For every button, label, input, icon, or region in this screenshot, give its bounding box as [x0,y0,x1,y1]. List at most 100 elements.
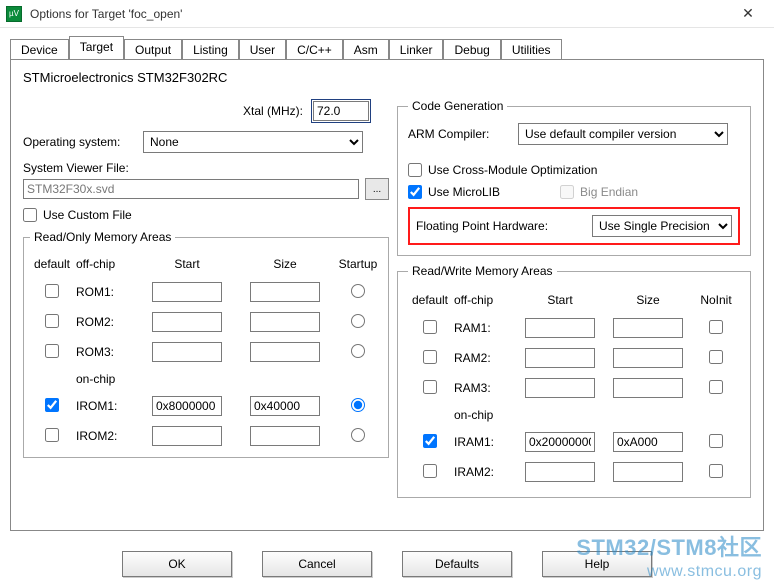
irom2-default-checkbox[interactable] [45,428,59,442]
rom3-start-input[interactable] [152,342,222,362]
table-row: ROM3: [30,337,382,367]
irom1-start-input[interactable] [152,396,222,416]
ram2-default-checkbox[interactable] [423,350,437,364]
big-endian-label: Big Endian [560,185,638,199]
rom1-startup-radio[interactable] [351,284,365,298]
iram1-size-input[interactable] [613,432,683,452]
table-row: IROM1: [30,391,382,421]
use-microlib-checkbox[interactable] [408,185,422,199]
codegen-legend: Code Generation [408,99,507,113]
ram2-start-input[interactable] [525,348,595,368]
iram1-noinit-checkbox[interactable] [709,434,723,448]
iram1-label: IRAM1: [452,427,516,457]
use-custom-file-text: Use Custom File [43,208,132,222]
cross-module-checkbox[interactable] [408,163,422,177]
rw-hdr-start: Start [516,288,604,313]
ro-hdr-default: default [30,252,74,277]
xtal-input[interactable] [313,101,369,121]
irom2-start-input[interactable] [152,426,222,446]
rom2-default-checkbox[interactable] [45,314,59,328]
ram3-noinit-checkbox[interactable] [709,380,723,394]
rom1-size-input[interactable] [250,282,320,302]
ram2-noinit-checkbox[interactable] [709,350,723,364]
ram3-size-input[interactable] [613,378,683,398]
ram2-size-input[interactable] [613,348,683,368]
use-custom-file-label[interactable]: Use Custom File [23,208,132,222]
tab-device[interactable]: Device [10,39,69,60]
rom3-startup-radio[interactable] [351,344,365,358]
irom2-startup-radio[interactable] [351,428,365,442]
xtal-label: Xtal (MHz): [243,104,303,118]
irom1-default-checkbox[interactable] [45,398,59,412]
use-custom-file-checkbox[interactable] [23,208,37,222]
iram1-start-input[interactable] [525,432,595,452]
rom3-default-checkbox[interactable] [45,344,59,358]
ram3-start-input[interactable] [525,378,595,398]
ram1-default-checkbox[interactable] [423,320,437,334]
big-endian-text: Big Endian [580,185,638,199]
irom2-size-input[interactable] [250,426,320,446]
cross-module-label[interactable]: Use Cross-Module Optimization [408,163,597,177]
rom3-size-input[interactable] [250,342,320,362]
use-microlib-label[interactable]: Use MicroLIB [408,185,500,199]
irom1-size-input[interactable] [250,396,320,416]
tab-user[interactable]: User [239,39,286,60]
rom3-label: ROM3: [74,337,138,367]
ok-button[interactable]: OK [122,551,232,577]
iram2-default-checkbox[interactable] [423,464,437,478]
iram2-size-input[interactable] [613,462,683,482]
sv-file-input[interactable] [23,179,359,199]
cancel-button[interactable]: Cancel [262,551,372,577]
ram1-start-input[interactable] [525,318,595,338]
ro-hdr-startup: Startup [334,252,382,277]
fp-hardware-select[interactable]: Use Single Precision [592,215,732,237]
readonly-memory-group: Read/Only Memory Areas default off-chip … [23,230,389,458]
rom2-startup-radio[interactable] [351,314,365,328]
rw-onchip-label: on-chip [452,403,516,427]
rom2-start-input[interactable] [152,312,222,332]
rw-hdr-default: default [408,288,452,313]
defaults-button[interactable]: Defaults [402,551,512,577]
sv-browse-button[interactable]: ... [365,178,389,200]
irom1-startup-radio[interactable] [351,398,365,412]
iram2-start-input[interactable] [525,462,595,482]
dialog-buttons: OK Cancel Defaults Help [0,551,774,577]
ram2-label: RAM2: [452,343,516,373]
sv-label: System Viewer File: [23,161,129,175]
tab-debug[interactable]: Debug [443,39,500,60]
tab-listing[interactable]: Listing [182,39,239,60]
readwrite-memory-table: default off-chip Start Size NoInit RAM1: [408,288,740,487]
table-row: IROM2: [30,421,382,451]
rom2-size-input[interactable] [250,312,320,332]
tab-utilities[interactable]: Utilities [501,39,562,60]
rom1-start-input[interactable] [152,282,222,302]
tab-cpp[interactable]: C/C++ [286,39,343,60]
iram2-noinit-checkbox[interactable] [709,464,723,478]
use-microlib-text: Use MicroLIB [428,185,500,199]
readwrite-memory-legend: Read/Write Memory Areas [408,264,557,278]
table-row: ROM2: [30,307,382,337]
ro-hdr-start: Start [138,252,236,277]
arm-compiler-select[interactable]: Use default compiler version [518,123,728,145]
xtal-input-wrap [311,99,371,123]
help-button[interactable]: Help [542,551,652,577]
close-button[interactable]: ✕ [728,3,768,25]
tab-linker[interactable]: Linker [389,39,444,60]
iram1-default-checkbox[interactable] [423,434,437,448]
os-select[interactable]: None [143,131,363,153]
title-bar: µV Options for Target 'foc_open' ✕ [0,0,774,28]
readonly-memory-table: default off-chip Start Size Startup ROM1… [30,252,382,451]
tab-target[interactable]: Target [69,36,124,59]
tab-output[interactable]: Output [124,39,182,60]
ro-hdr-size: Size [236,252,334,277]
arm-compiler-label: ARM Compiler: [408,127,518,141]
rom1-default-checkbox[interactable] [45,284,59,298]
ram1-noinit-checkbox[interactable] [709,320,723,334]
ram1-size-input[interactable] [613,318,683,338]
os-label: Operating system: [23,135,143,149]
cross-module-text: Use Cross-Module Optimization [428,163,597,177]
ram3-default-checkbox[interactable] [423,380,437,394]
tab-asm[interactable]: Asm [343,39,389,60]
table-row: RAM2: [408,343,740,373]
table-row: IRAM2: [408,457,740,487]
